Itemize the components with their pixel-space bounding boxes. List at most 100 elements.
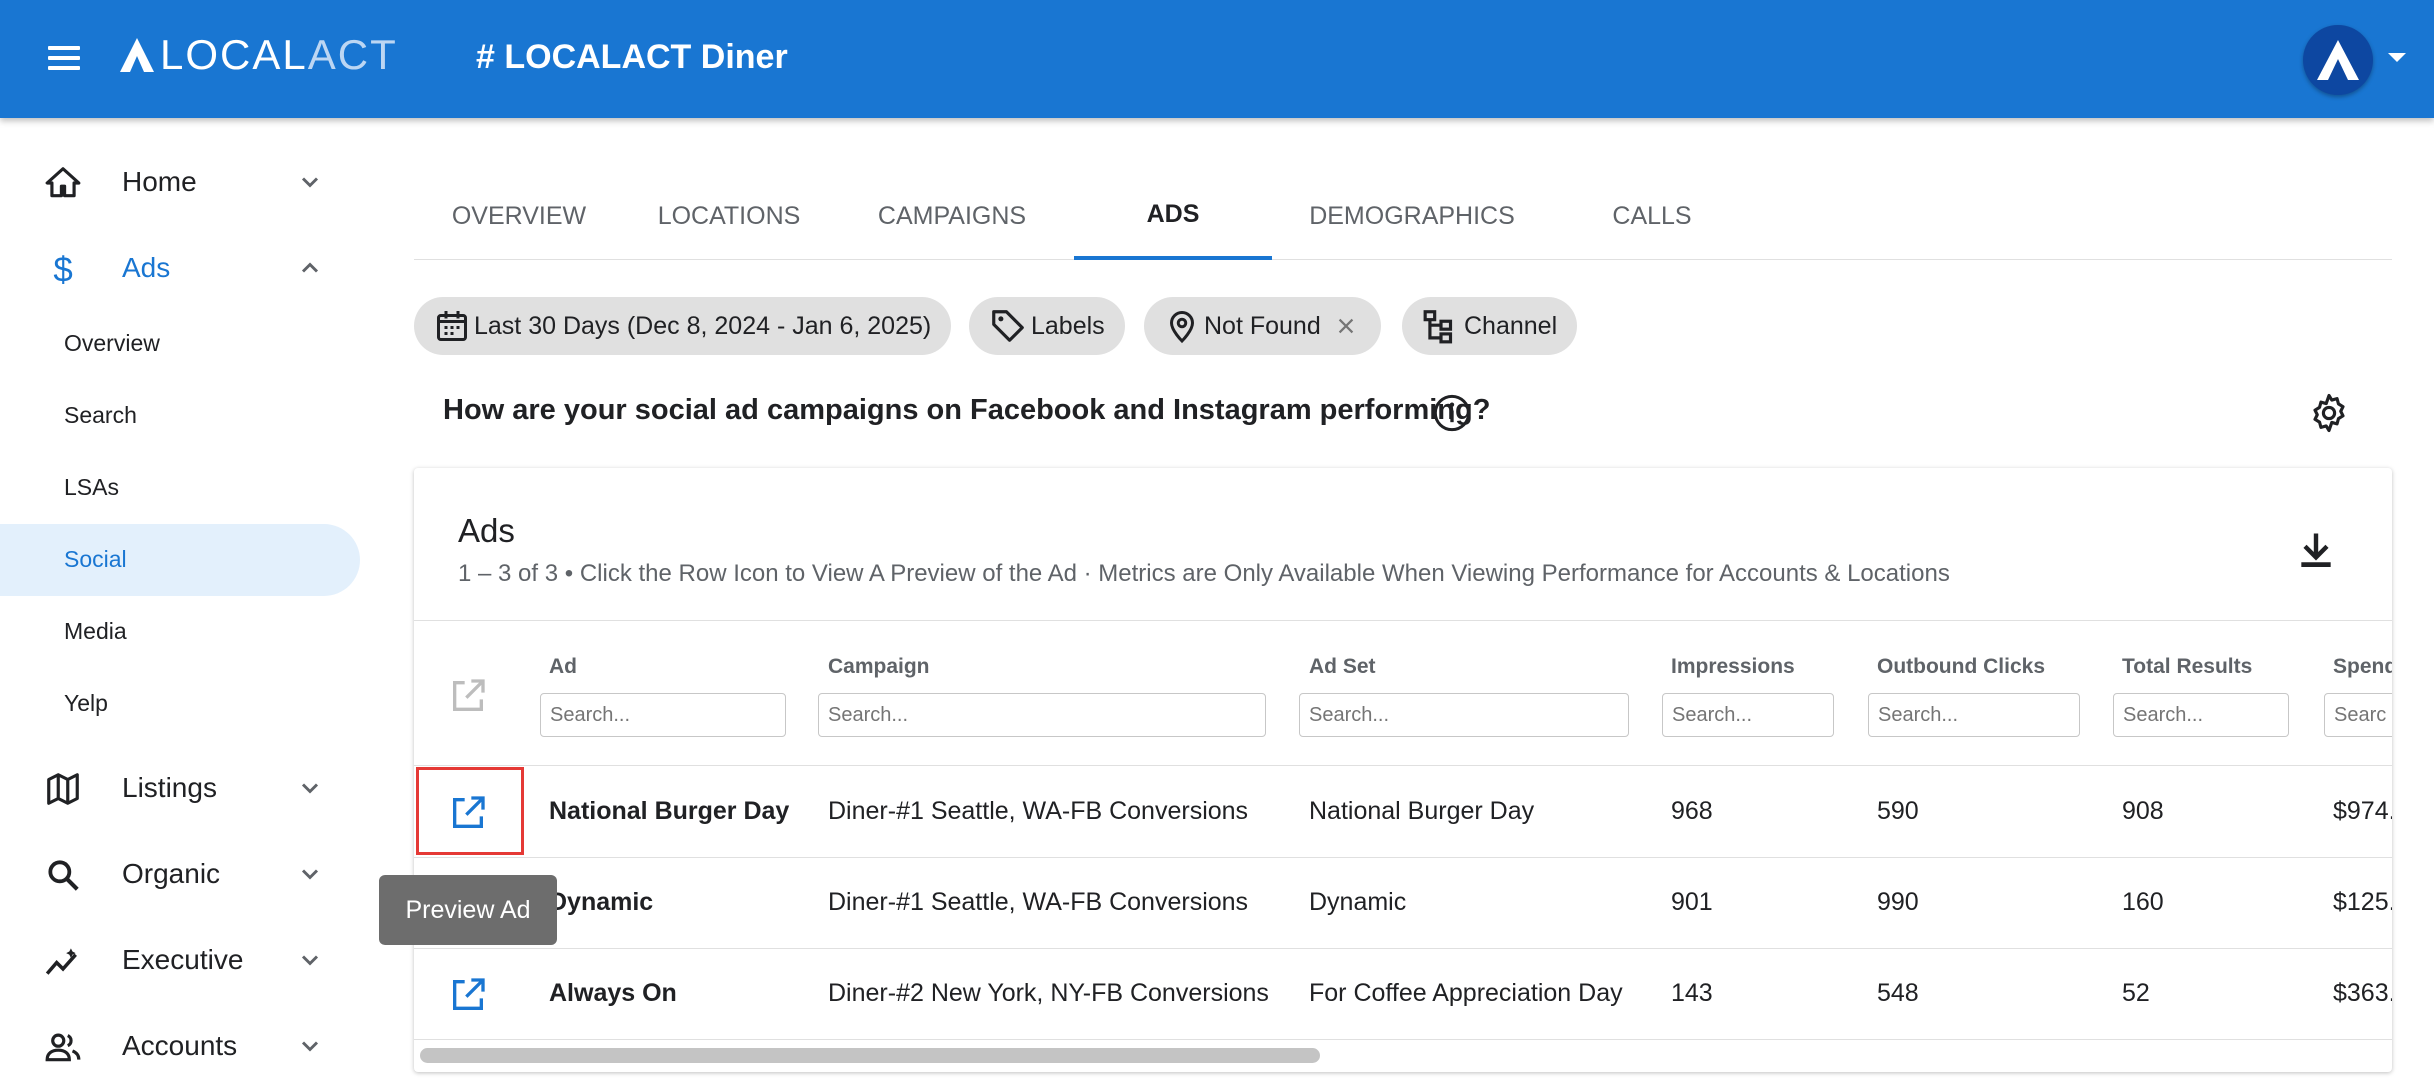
preview-ad-tooltip: Preview Ad <box>379 875 557 945</box>
spend-search-input[interactable]: Searc <box>2324 693 2392 737</box>
sidebar-item-ads[interactable]: $ Ads <box>0 232 380 304</box>
section-question: How are your social ad campaigns on Face… <box>443 394 1491 426</box>
sidebar-subitem-yelp[interactable]: Yelp <box>0 668 360 740</box>
open-in-new-icon <box>453 679 485 711</box>
account-menu-caret-icon[interactable] <box>2388 53 2406 62</box>
table-header: Ad Search... Campaign Search... Ad Set S… <box>414 620 2392 766</box>
sidebar-subitem-lsas[interactable]: LSAs <box>0 452 360 524</box>
cell-campaign: Diner-#2 New York, NY-FB Conversions <box>828 979 1269 1007</box>
date-range-label: Last 30 Days (Dec 8, 2024 - Jan 6, 2025) <box>474 311 932 340</box>
ads-table-card: Ads 1 – 3 of 3 • Click the Row Icon to V… <box>414 468 2392 1072</box>
column-header-ad[interactable]: Ad <box>549 655 577 679</box>
menu-line <box>48 66 80 70</box>
sidebar-item-label: Executive <box>122 944 244 975</box>
chevron-down-icon <box>301 1041 319 1052</box>
info-icon[interactable] <box>1432 393 1472 433</box>
trend-icon <box>45 948 77 975</box>
campaign-search-input[interactable]: Search... <box>818 693 1266 737</box>
logo-mark-icon <box>120 38 154 72</box>
tab-campaigns[interactable]: CAMPAIGNS <box>834 172 1070 260</box>
cell-ad: National Burger Day <box>549 797 790 825</box>
logo-text: LOCALACT <box>160 31 398 79</box>
localact-logo[interactable]: LOCALACT <box>118 30 398 80</box>
labels-chip[interactable]: Labels <box>969 297 1125 355</box>
cell-impressions: 968 <box>1671 797 1713 825</box>
outbound-clicks-search-input[interactable]: Search... <box>1868 693 2080 737</box>
sidebar-item-executive[interactable]: Executive <box>0 924 380 996</box>
cell-outbound-clicks: 548 <box>1877 979 1919 1007</box>
sidebar-subitem-media[interactable]: Media <box>0 596 360 668</box>
ad-set-search-input[interactable]: Search... <box>1299 693 1629 737</box>
impressions-search-input[interactable]: Search... <box>1662 693 1834 737</box>
sidebar-item-label: Ads <box>122 252 171 283</box>
location-chip[interactable]: Not Found <box>1144 297 1381 355</box>
column-header-campaign[interactable]: Campaign <box>828 655 930 679</box>
cell-total-results: 52 <box>2122 979 2150 1007</box>
tab-calls[interactable]: CALLS <box>1552 172 1752 260</box>
sidebar-item-accounts[interactable]: Accounts <box>0 1010 380 1082</box>
svg-text:$: $ <box>53 251 72 288</box>
sidebar-item-label: Listings <box>122 772 217 803</box>
menu-line <box>48 46 80 50</box>
sidebar-item-label: Organic <box>122 858 221 889</box>
cell-ad: Always On <box>549 979 677 1007</box>
chevron-down-icon <box>301 783 319 794</box>
cell-spend: $125. <box>2333 888 2392 916</box>
column-header-outbound-clicks[interactable]: Outbound Clicks <box>1877 655 2045 679</box>
date-range-chip[interactable]: Last 30 Days (Dec 8, 2024 - Jan 6, 2025) <box>414 297 952 355</box>
column-header-spend[interactable]: Spend <box>2333 655 2392 679</box>
tab-ads[interactable]: ADS <box>1074 172 1272 260</box>
download-icon[interactable] <box>2294 528 2338 572</box>
gear-icon[interactable] <box>2308 392 2350 434</box>
avatar-logo-icon <box>2317 40 2359 80</box>
cell-outbound-clicks: 590 <box>1877 797 1919 825</box>
home-icon <box>45 167 81 198</box>
column-header-impressions[interactable]: Impressions <box>1671 655 1795 679</box>
avatar[interactable] <box>2303 25 2373 95</box>
ad-search-input[interactable]: Search... <box>540 693 786 737</box>
total-results-search-input[interactable]: Search... <box>2113 693 2289 737</box>
hamburger-menu-button[interactable] <box>40 40 88 80</box>
sidebar-item-label: Accounts <box>122 1030 238 1061</box>
cell-impressions: 143 <box>1671 979 1713 1007</box>
app-header: LOCALACT # LOCALACT Diner <box>0 0 2434 118</box>
cell-outbound-clicks: 990 <box>1877 888 1919 916</box>
location-pin-icon <box>1169 311 1195 344</box>
hierarchy-icon <box>1423 310 1453 344</box>
table-row[interactable]: Always On Diner-#2 New York, NY-FB Conve… <box>414 949 2392 1040</box>
sidebar-subitem-label: Yelp <box>64 690 108 716</box>
card-subtitle: 1 – 3 of 3 • Click the Row Icon to View … <box>458 560 1950 587</box>
sidebar-subitem-overview[interactable]: Overview <box>0 308 360 380</box>
cell-impressions: 901 <box>1671 888 1713 916</box>
chevron-down-icon <box>301 955 319 966</box>
tab-locations[interactable]: LOCATIONS <box>624 172 834 260</box>
sidebar-subitem-social[interactable]: Social <box>0 524 360 596</box>
cell-ad-set: For Coffee Appreciation Day <box>1309 979 1623 1007</box>
people-icon <box>45 1033 81 1062</box>
sidebar-item-organic[interactable]: Organic <box>0 838 380 910</box>
cell-campaign: Diner-#1 Seattle, WA-FB Conversions <box>828 797 1249 825</box>
column-header-ad-set[interactable]: Ad Set <box>1309 655 1376 679</box>
sidebar-subitem-search[interactable]: Search <box>0 380 360 452</box>
sidebar-subitem-label: Social <box>64 546 127 572</box>
close-icon[interactable] <box>1335 315 1357 337</box>
sidebar-item-listings[interactable]: Listings <box>0 752 380 824</box>
map-icon <box>47 773 79 805</box>
horizontal-scrollbar[interactable] <box>420 1048 1320 1063</box>
location-chip-label: Not Found <box>1204 311 1321 340</box>
cell-spend: $974. <box>2333 797 2392 825</box>
cell-campaign: Diner-#1 Seattle, WA-FB Conversions <box>828 888 1249 916</box>
channel-chip[interactable]: Channel <box>1402 297 1578 355</box>
tab-demographics[interactable]: DEMOGRAPHICS <box>1272 172 1552 260</box>
sidebar-item-home[interactable]: Home <box>0 146 380 218</box>
table-row[interactable]: National Burger Day Diner-#1 Seattle, WA… <box>414 767 2392 858</box>
tab-overview[interactable]: OVERVIEW <box>414 172 624 260</box>
open-in-new-icon[interactable] <box>448 975 488 1015</box>
cell-ad: Dynamic <box>549 888 654 916</box>
table-row[interactable]: Dynamic Diner-#1 Seattle, WA-FB Conversi… <box>414 858 2392 949</box>
open-in-new-icon[interactable] <box>448 793 488 833</box>
cell-spend: $363. <box>2333 979 2392 1007</box>
sidebar-subitem-label: Media <box>64 618 127 644</box>
column-header-total-results[interactable]: Total Results <box>2122 655 2252 679</box>
cell-ad-set: Dynamic <box>1309 888 1407 916</box>
